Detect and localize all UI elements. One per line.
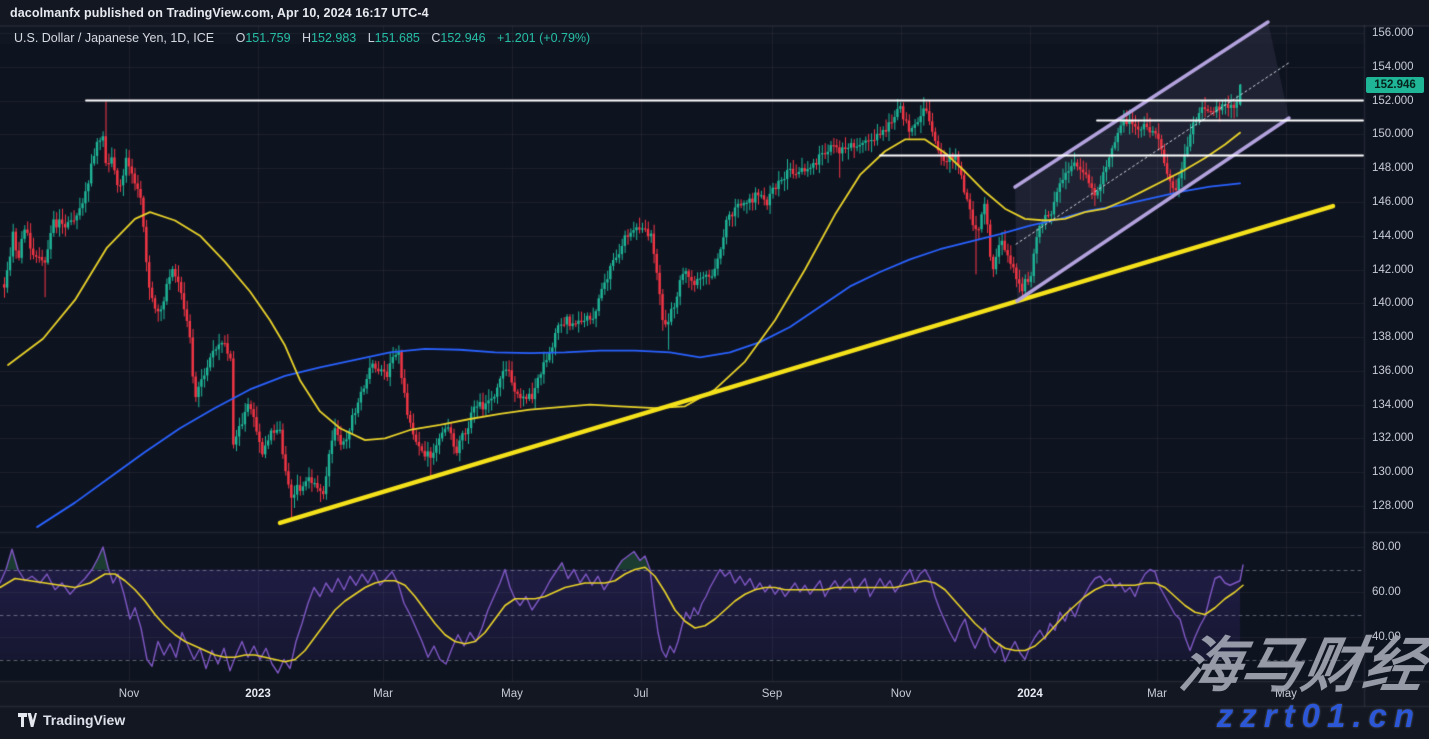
change-value: +1.201 (+0.79%) [497, 31, 590, 45]
tradingview-chart-screenshot: dacolmanfx published on TradingView.com,… [0, 0, 1429, 739]
price-tick-label: 156.000 [1372, 27, 1414, 39]
last-price-tag: 152.946 [1366, 77, 1424, 93]
price-tick-label: 132.000 [1372, 432, 1414, 444]
open-label: O [236, 31, 246, 45]
time-tick-label: Nov [891, 688, 911, 700]
price-tick-label: 154.000 [1372, 61, 1414, 73]
high-label: H [302, 31, 311, 45]
time-tick-label: Sep [762, 688, 782, 700]
publish-header: dacolmanfx published on TradingView.com,… [10, 6, 429, 20]
footer: TradingView [18, 712, 125, 728]
watermark-cn-text: 海马财经 [1176, 636, 1429, 696]
tradingview-logo-icon[interactable] [18, 712, 37, 728]
time-tick-label: Mar [373, 688, 393, 700]
price-tick-label: 152.000 [1372, 95, 1414, 107]
price-tick-label: 150.000 [1372, 128, 1414, 140]
price-tick-label: 148.000 [1372, 162, 1414, 174]
rsi-tick-label: 60.00 [1372, 586, 1401, 598]
time-tick-label: Mar [1147, 688, 1167, 700]
price-tick-label: 142.000 [1372, 264, 1414, 276]
price-tick-label: 130.000 [1372, 466, 1414, 478]
low-label: L [368, 31, 375, 45]
watermark-url-text: zzrt01.cn [1217, 699, 1421, 732]
time-tick-label: 2023 [245, 688, 271, 700]
price-tick-label: 138.000 [1372, 331, 1414, 343]
open-value: 151.759 [245, 31, 290, 45]
time-tick-label: Jul [634, 688, 649, 700]
symbol-title[interactable]: U.S. Dollar / Japanese Yen, 1D, ICE [14, 31, 214, 45]
time-tick-label: May [501, 688, 523, 700]
low-value: 151.685 [375, 31, 420, 45]
price-tick-label: 128.000 [1372, 500, 1414, 512]
price-tick-label: 134.000 [1372, 399, 1414, 411]
high-value: 152.983 [311, 31, 356, 45]
tradingview-brand[interactable]: TradingView [43, 712, 125, 728]
close-value: 152.946 [440, 31, 485, 45]
price-tick-label: 140.000 [1372, 297, 1414, 309]
price-tick-label: 136.000 [1372, 365, 1414, 377]
time-tick-label: Nov [119, 688, 139, 700]
symbol-legend: U.S. Dollar / Japanese Yen, 1D, ICE O151… [14, 31, 590, 45]
rsi-tick-label: 80.00 [1372, 541, 1401, 553]
time-tick-label: 2024 [1017, 688, 1043, 700]
price-tick-label: 146.000 [1372, 196, 1414, 208]
price-tick-label: 144.000 [1372, 230, 1414, 242]
chart-canvas[interactable] [0, 0, 1429, 739]
